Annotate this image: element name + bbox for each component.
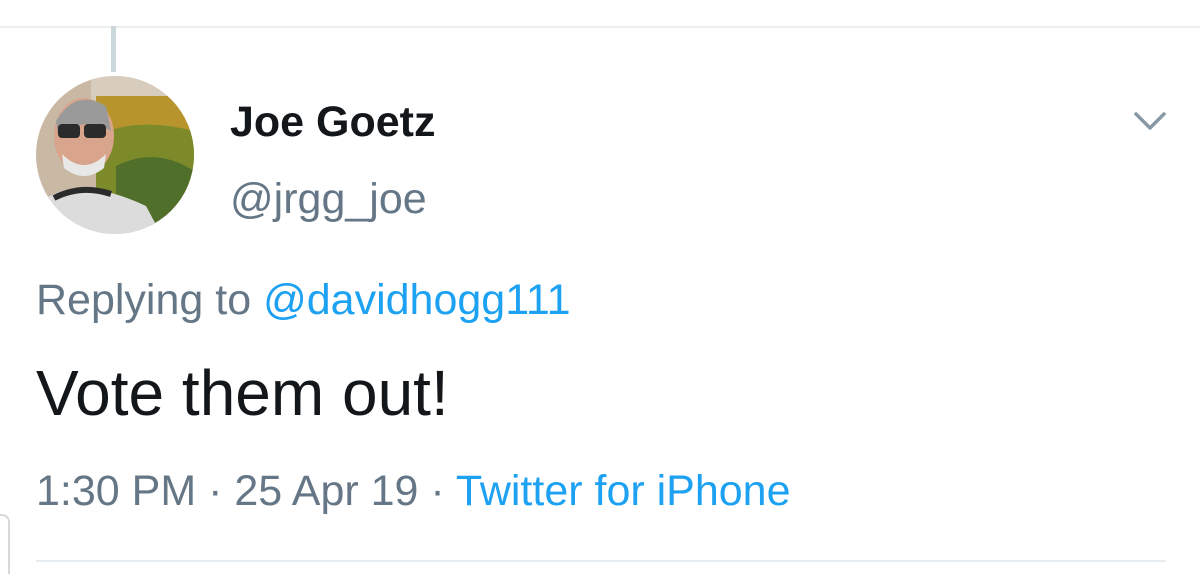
top-divider (0, 26, 1200, 28)
thread-connector-line (111, 26, 116, 72)
meta-separator: · (430, 467, 445, 515)
bottom-divider (36, 560, 1166, 562)
author-display-name[interactable]: Joe Goetz (230, 96, 436, 148)
tweet-date[interactable]: 25 Apr 19 (234, 467, 418, 515)
avatar[interactable] (36, 76, 194, 234)
left-edge-corner (0, 514, 10, 574)
author-handle[interactable]: @jrgg_joe (230, 173, 427, 225)
tweet-source-link[interactable]: Twitter for iPhone (456, 467, 791, 515)
tweet-text: Vote them out! (36, 357, 449, 429)
tweet-time[interactable]: 1:30 PM (36, 467, 196, 515)
avatar-image (36, 76, 194, 234)
replying-to-label: Replying to (36, 276, 252, 324)
reply-mention-link[interactable]: @davidhogg111 (263, 276, 570, 324)
meta-separator: · (208, 467, 223, 515)
chevron-down-icon[interactable] (1130, 106, 1170, 136)
tweet-meta: 1:30 PM · 25 Apr 19 · Twitter for iPhone (36, 465, 791, 517)
replying-to-line: Replying to @davidhogg111 (36, 274, 571, 326)
